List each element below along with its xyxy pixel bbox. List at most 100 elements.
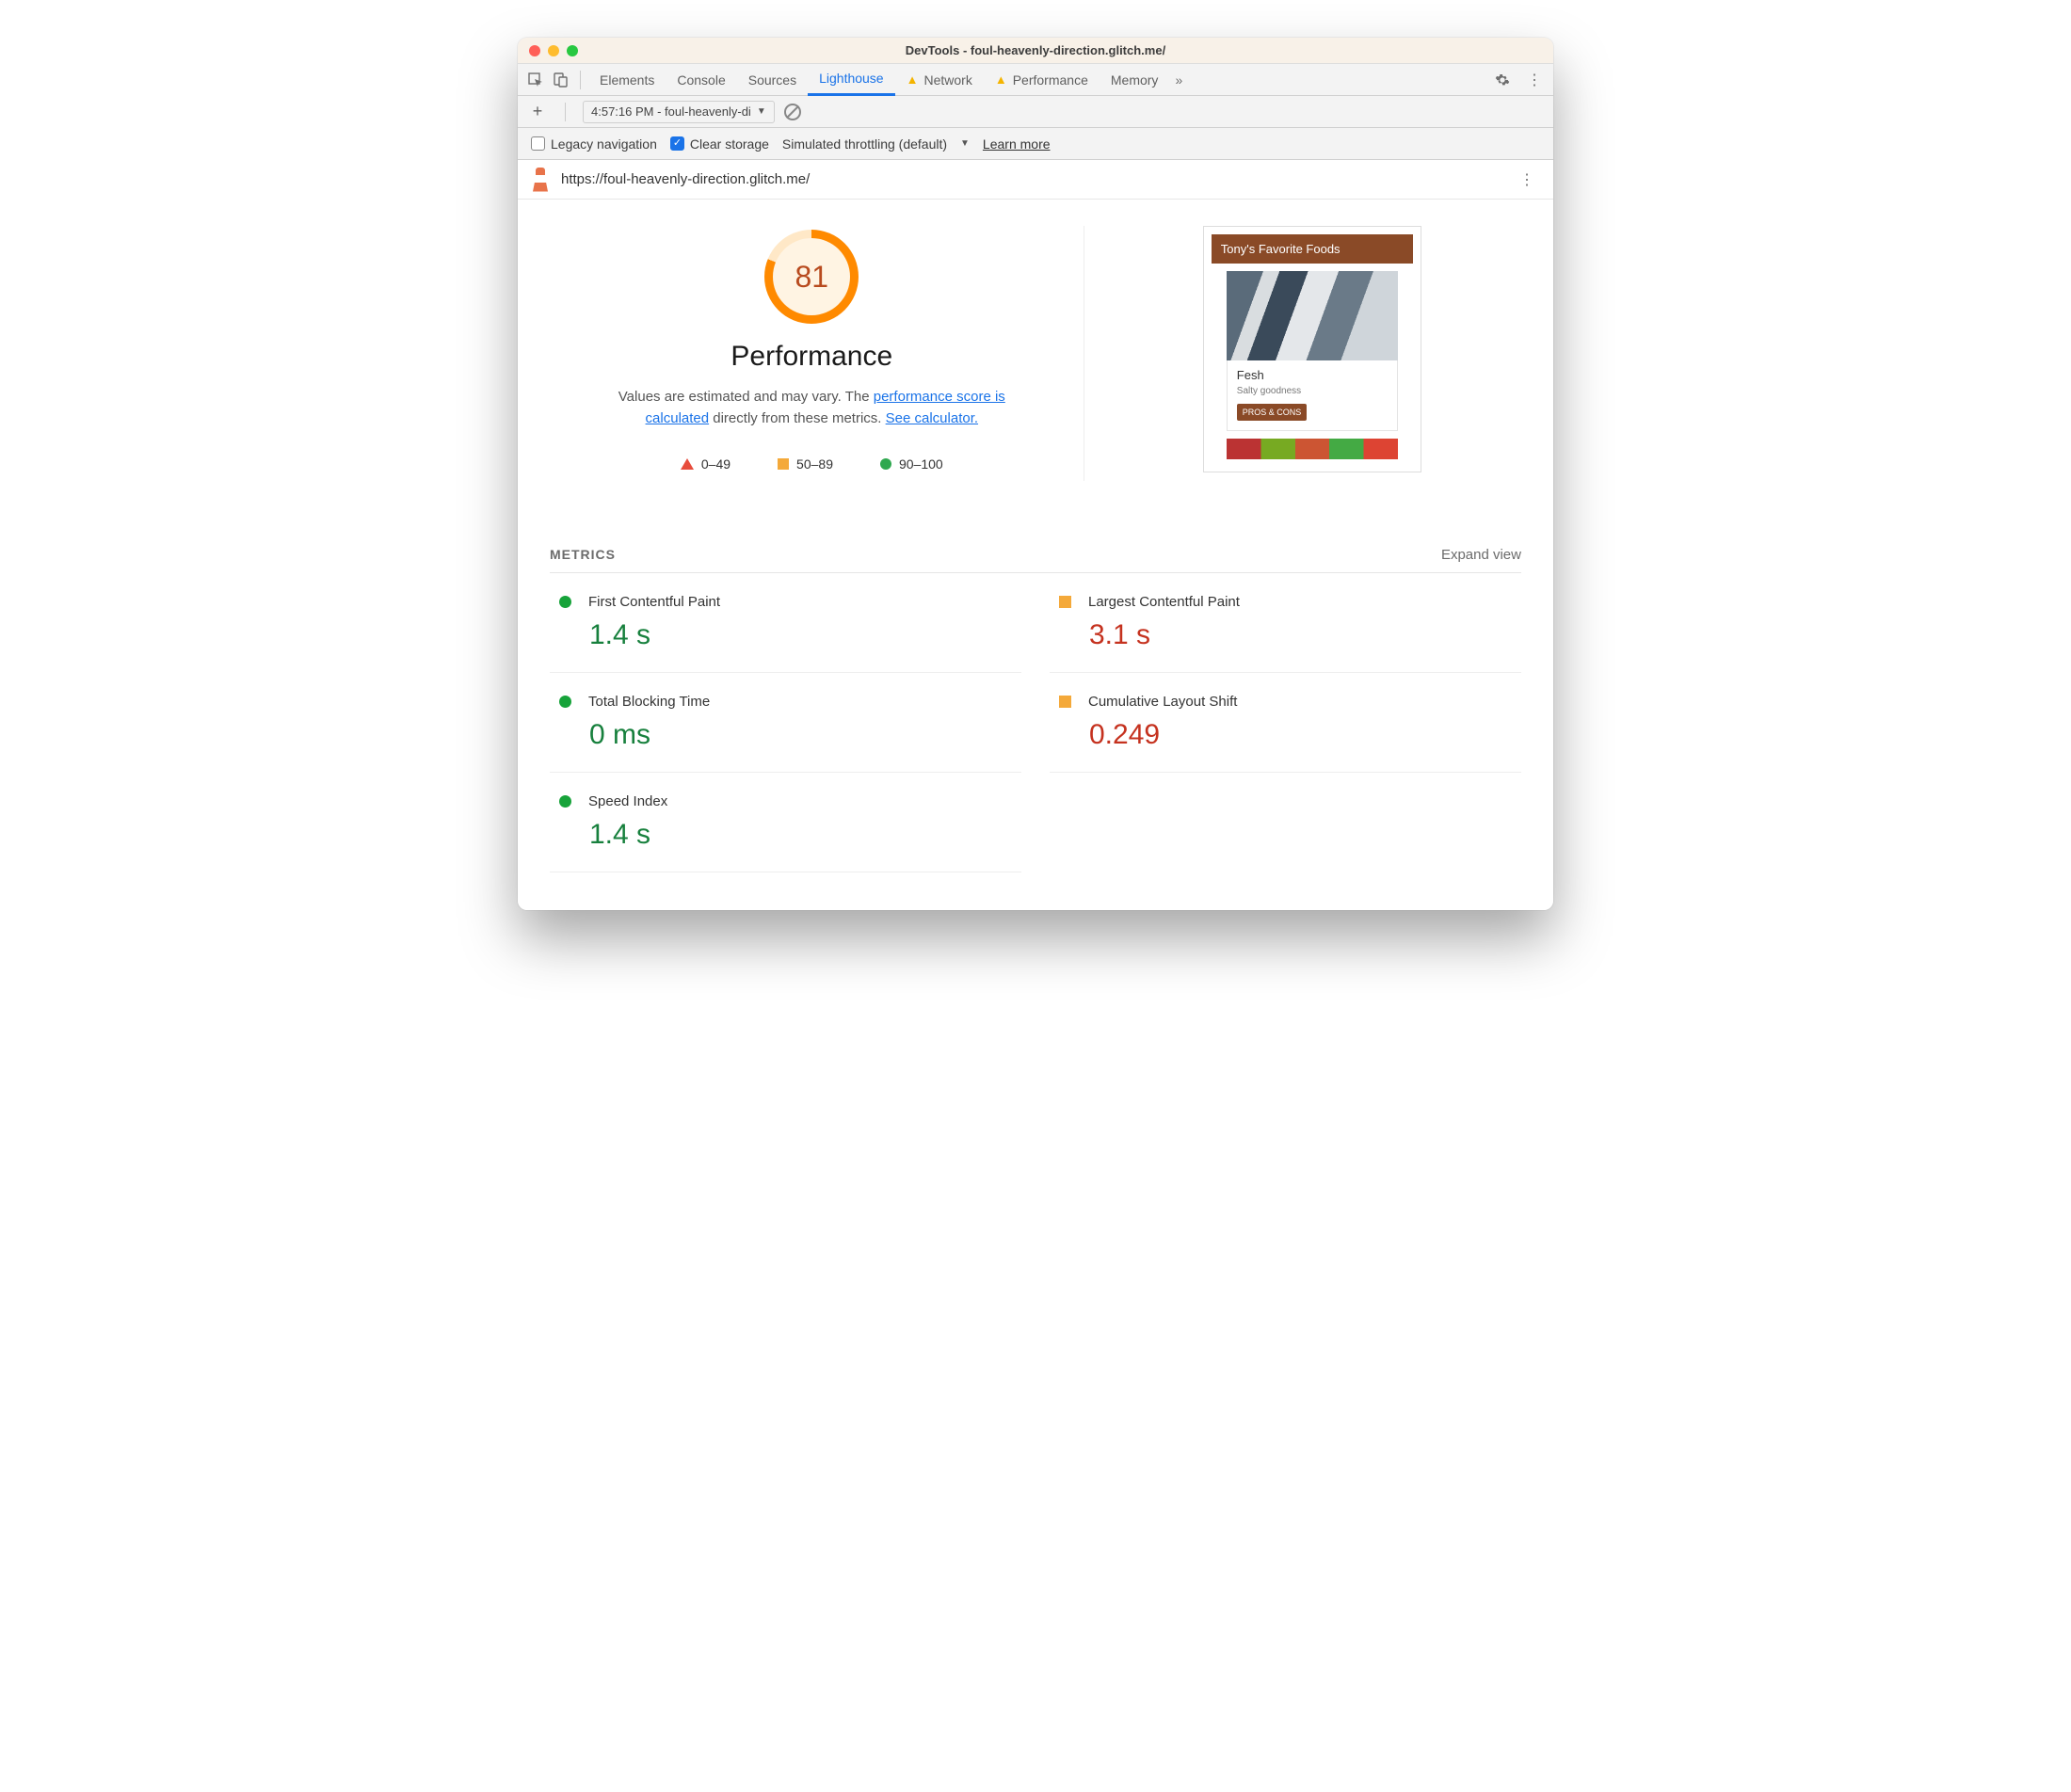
expand-view-button[interactable]: Expand view xyxy=(1441,547,1521,563)
tab-label: Performance xyxy=(1013,72,1088,88)
titlebar: DevTools - foul-heavenly-direction.glitc… xyxy=(518,38,1553,64)
report-content: 81 Performance Values are estimated and … xyxy=(518,200,1553,910)
tabs-bar: Elements Console Sources Lighthouse ▲ Net… xyxy=(518,64,1553,96)
status-icon xyxy=(1059,696,1071,708)
calculator-link[interactable]: See calculator. xyxy=(886,410,978,426)
options-bar: Legacy navigation Clear storage Simulate… xyxy=(518,128,1553,160)
metric-si[interactable]: Speed Index 1.4 s xyxy=(550,773,1021,872)
score-value: 81 xyxy=(795,260,829,295)
tab-network[interactable]: ▲ Network xyxy=(895,64,984,96)
devtools-window: DevTools - foul-heavenly-direction.glitc… xyxy=(518,38,1553,910)
triangle-icon xyxy=(681,458,694,470)
legacy-nav-checkbox[interactable]: Legacy navigation xyxy=(531,136,657,152)
chevron-down-icon[interactable]: ▼ xyxy=(960,138,970,149)
preview-card-button: PROS & CONS xyxy=(1237,404,1308,421)
report-label: 4:57:16 PM - foul-heavenly-di xyxy=(591,104,751,119)
score-description: Values are estimated and may vary. The p… xyxy=(609,386,1014,430)
traffic-lights xyxy=(518,45,578,56)
metric-name: Largest Contentful Paint xyxy=(1088,594,1240,610)
tab-sources[interactable]: Sources xyxy=(737,64,808,96)
checkbox-label: Clear storage xyxy=(690,136,769,152)
warning-icon: ▲ xyxy=(907,72,919,87)
inspect-icon[interactable] xyxy=(523,68,548,92)
metric-name: Cumulative Layout Shift xyxy=(1088,694,1237,710)
legend-average: 50–89 xyxy=(778,456,833,472)
tab-label: Elements xyxy=(600,72,654,88)
metric-value: 3.1 s xyxy=(1089,619,1516,651)
report-dropdown[interactable]: 4:57:16 PM - foul-heavenly-di ▼ xyxy=(583,101,775,123)
gear-icon[interactable] xyxy=(1495,72,1521,88)
metric-value: 0.249 xyxy=(1089,719,1516,751)
legend-label: 50–89 xyxy=(796,456,833,472)
legend-fail: 0–49 xyxy=(681,456,730,472)
more-tabs-icon[interactable]: » xyxy=(1169,72,1188,88)
tab-lighthouse[interactable]: Lighthouse xyxy=(808,64,895,96)
page-preview: Tony's Favorite Foods Fesh Salty goodnes… xyxy=(1203,226,1421,472)
separator xyxy=(565,103,566,121)
summary-row: 81 Performance Values are estimated and … xyxy=(550,226,1521,481)
minimize-icon[interactable] xyxy=(548,45,559,56)
text: directly from these metrics. xyxy=(709,410,886,426)
legend-pass: 90–100 xyxy=(880,456,943,472)
metric-lcp[interactable]: Largest Contentful Paint 3.1 s xyxy=(1050,573,1521,673)
tab-label: Network xyxy=(923,72,971,88)
status-icon xyxy=(559,795,571,808)
throttling-label: Simulated throttling (default) xyxy=(782,136,947,152)
metric-tbt[interactable]: Total Blocking Time 0 ms xyxy=(550,673,1021,773)
clear-icon[interactable] xyxy=(784,104,801,120)
tab-label: Lighthouse xyxy=(819,71,884,86)
close-icon[interactable] xyxy=(529,45,540,56)
url-bar: https://foul-heavenly-direction.glitch.m… xyxy=(518,160,1553,200)
tab-memory[interactable]: Memory xyxy=(1100,64,1170,96)
metric-fcp[interactable]: First Contentful Paint 1.4 s xyxy=(550,573,1021,673)
score-gauge: 81 xyxy=(764,230,859,324)
lighthouse-icon xyxy=(531,168,550,192)
tab-elements[interactable]: Elements xyxy=(588,64,666,96)
metrics-grid: First Contentful Paint 1.4 s Largest Con… xyxy=(550,573,1521,872)
metric-cls[interactable]: Cumulative Layout Shift 0.249 xyxy=(1050,673,1521,773)
score-column: 81 Performance Values are estimated and … xyxy=(550,226,1084,481)
kebab-menu-icon[interactable]: ⋮ xyxy=(1521,71,1548,89)
tab-label: Memory xyxy=(1111,72,1159,88)
learn-more-link[interactable]: Learn more xyxy=(983,136,1051,152)
tab-label: Console xyxy=(677,72,725,88)
zoom-icon[interactable] xyxy=(567,45,578,56)
metrics-section: METRICS Expand view First Contentful Pai… xyxy=(550,547,1521,872)
legend-label: 0–49 xyxy=(701,456,730,472)
status-icon xyxy=(559,696,571,708)
page-url: https://foul-heavenly-direction.glitch.m… xyxy=(561,171,810,187)
tab-console[interactable]: Console xyxy=(666,64,736,96)
preview-card: Fesh Salty goodness PROS & CONS xyxy=(1227,360,1398,431)
kebab-menu-icon[interactable]: ⋮ xyxy=(1514,170,1540,189)
tab-performance[interactable]: ▲ Performance xyxy=(984,64,1100,96)
window-title: DevTools - foul-heavenly-direction.glitc… xyxy=(518,43,1553,57)
checkbox-icon xyxy=(670,136,684,151)
status-icon xyxy=(559,596,571,608)
metric-name: First Contentful Paint xyxy=(588,594,720,610)
separator xyxy=(580,71,581,89)
metric-name: Speed Index xyxy=(588,793,667,809)
chevron-down-icon: ▼ xyxy=(757,106,766,117)
tab-label: Sources xyxy=(748,72,796,88)
metric-name: Total Blocking Time xyxy=(588,694,710,710)
device-toggle-icon[interactable] xyxy=(548,68,572,92)
preview-card-title: Fesh xyxy=(1237,368,1388,382)
circle-icon xyxy=(880,458,891,470)
metrics-title: METRICS xyxy=(550,547,616,562)
square-icon xyxy=(778,458,789,470)
legend-label: 90–100 xyxy=(899,456,943,472)
preview-card-subtitle: Salty goodness xyxy=(1237,386,1388,396)
score-title: Performance xyxy=(550,341,1074,373)
preview-image xyxy=(1227,271,1398,360)
warning-icon: ▲ xyxy=(995,72,1007,87)
metric-value: 0 ms xyxy=(589,719,1016,751)
status-icon xyxy=(1059,596,1071,608)
checkbox-icon xyxy=(531,136,545,151)
preview-header: Tony's Favorite Foods xyxy=(1212,234,1413,264)
text: Values are estimated and may vary. The xyxy=(618,389,874,405)
preview-image xyxy=(1227,439,1398,459)
preview-column: Tony's Favorite Foods Fesh Salty goodnes… xyxy=(1103,226,1521,481)
new-report-icon[interactable]: + xyxy=(527,102,548,121)
metric-value: 1.4 s xyxy=(589,819,1016,851)
clear-storage-checkbox[interactable]: Clear storage xyxy=(670,136,769,152)
